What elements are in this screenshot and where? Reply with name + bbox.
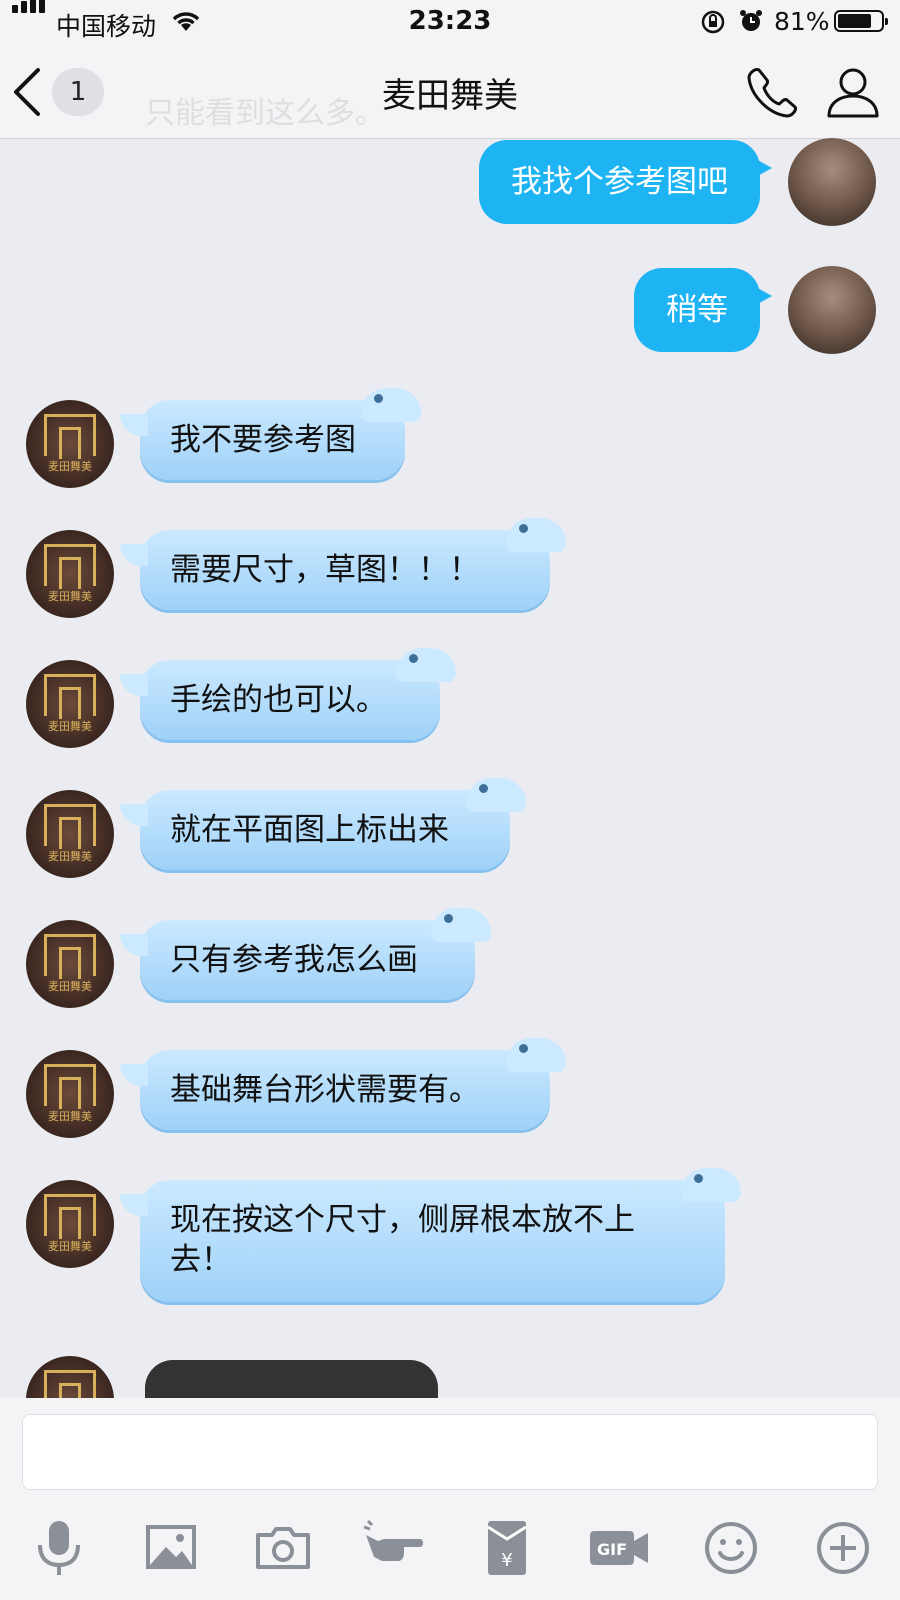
contact-avatar[interactable]: 麦田舞美	[26, 1050, 114, 1138]
message-bubble[interactable]: 基础舞台形状需要有。	[120, 1038, 566, 1130]
emoji-icon[interactable]	[696, 1513, 766, 1583]
contact-avatar[interactable]: 麦田舞美	[26, 920, 114, 1008]
self-avatar[interactable]	[788, 266, 876, 354]
red-packet-icon[interactable]: ¥	[472, 1513, 542, 1583]
profile-icon[interactable]	[825, 64, 881, 120]
gif-icon[interactable]: GIF	[584, 1513, 654, 1583]
message-outgoing: 稍等	[0, 266, 900, 366]
contact-avatar[interactable]: 麦田舞美	[26, 790, 114, 878]
alarm-icon	[740, 10, 762, 31]
poke-hand-icon[interactable]	[360, 1513, 430, 1583]
contact-avatar[interactable]: 麦田舞美	[26, 400, 114, 488]
composer: ¥ GIF	[0, 1398, 900, 1600]
phone-icon[interactable]	[745, 64, 801, 120]
message-bubble[interactable]: 需要尺寸，草图！！！	[120, 518, 566, 610]
message-outgoing: 我找个参考图吧	[0, 138, 900, 238]
message-bubble-partial[interactable]	[145, 1360, 438, 1398]
message-text: 稍等	[666, 292, 728, 328]
message-bubble[interactable]: 就在平面图上标出来	[120, 778, 526, 870]
contact-avatar[interactable]: 麦田舞美	[26, 660, 114, 748]
rotation-lock-icon	[701, 10, 725, 34]
message-bubble[interactable]: 只有参考我怎么画	[120, 908, 491, 1000]
image-icon[interactable]	[136, 1513, 206, 1583]
message-text: 我不要参考图	[170, 422, 356, 458]
status-time: 23:23	[408, 6, 492, 36]
message-text: 现在按这个尺寸，侧屏根本放不上去！	[170, 1202, 635, 1278]
message-text: 基础舞台形状需要有。	[170, 1072, 480, 1108]
message-bubble[interactable]: 手绘的也可以。	[120, 648, 456, 740]
message-text: 我找个参考图吧	[511, 164, 728, 200]
contact-avatar[interactable]: 麦田舞美	[26, 1180, 114, 1268]
message-text: 手绘的也可以。	[170, 682, 387, 718]
message-text: 需要尺寸，草图！！！	[170, 552, 480, 588]
message-bubble[interactable]: 现在按这个尺寸，侧屏根本放不上去！	[120, 1168, 741, 1302]
message-text: 只有参考我怎么画	[170, 942, 418, 978]
microphone-icon[interactable]	[24, 1513, 94, 1583]
message-bubble[interactable]: 稍等	[634, 268, 772, 352]
battery-icon	[834, 10, 888, 32]
camera-icon[interactable]	[248, 1513, 318, 1583]
message-bubble[interactable]: 我找个参考图吧	[479, 140, 772, 224]
message-bubble[interactable]: 我不要参考图	[120, 388, 421, 480]
message-input[interactable]	[22, 1414, 878, 1490]
contact-avatar[interactable]: 麦田舞美	[26, 530, 114, 618]
message-text: 就在平面图上标出来	[170, 812, 449, 848]
chat-header: 只能看到这么多。 1 麦田舞美	[0, 44, 900, 139]
battery-percent: 81%	[774, 7, 830, 36]
svg-text:¥: ¥	[501, 1550, 512, 1571]
plus-icon[interactable]	[808, 1513, 878, 1583]
chat-message-list[interactable]: 我找个参考图吧 稍等 麦田舞美 我不要参考图 麦田舞美 需要尺寸，草图！！！ 麦…	[0, 138, 900, 1398]
self-avatar[interactable]	[788, 138, 876, 226]
svg-text:GIF: GIF	[597, 1540, 627, 1559]
status-bar: 中国移动 23:23 81%	[0, 0, 900, 44]
contact-avatar[interactable]: 麦田舞美	[26, 1356, 114, 1398]
